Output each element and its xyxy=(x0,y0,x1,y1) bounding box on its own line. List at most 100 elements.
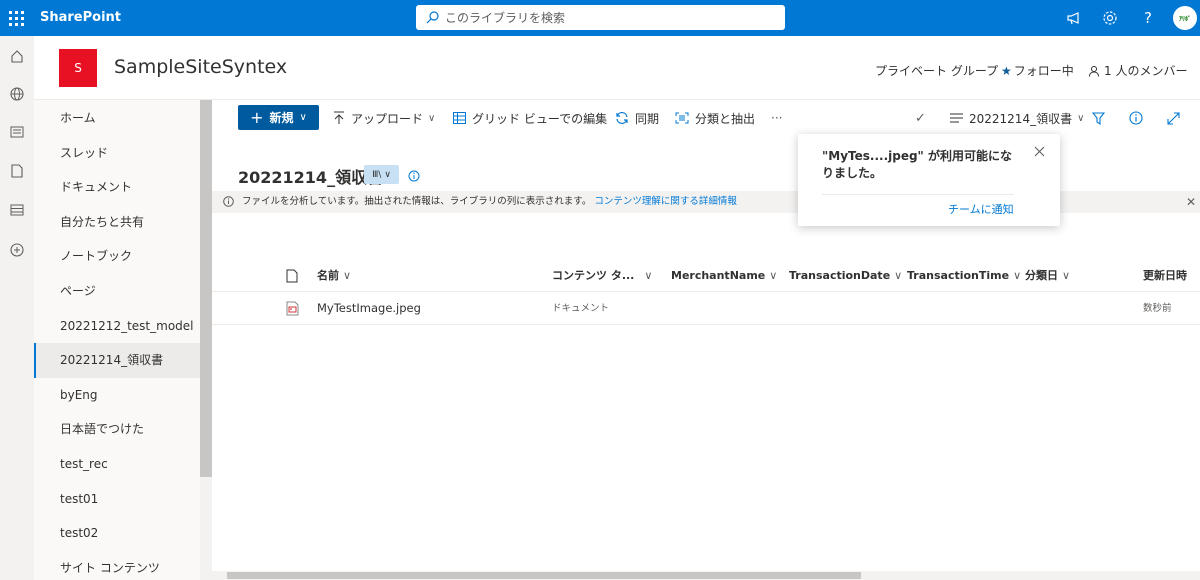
news-icon xyxy=(10,126,24,138)
column-header-transaction-time[interactable]: TransactionTime ∨ xyxy=(907,260,1021,292)
lists-rail-button[interactable] xyxy=(7,200,27,220)
site-name[interactable]: SampleSiteSyntex xyxy=(114,56,287,78)
search-icon xyxy=(426,11,439,24)
column-header-classified-date[interactable]: 分類日 ∨ xyxy=(1025,260,1070,292)
scan-icon xyxy=(675,112,689,124)
classify-extract-label: 分類と抽出 xyxy=(695,111,756,126)
file-type-icon[interactable] xyxy=(286,269,298,283)
learn-more-link[interactable]: コンテンツ理解に関する詳細情報 xyxy=(594,196,737,207)
grid-edit-button[interactable]: グリッド ビューでの編集 xyxy=(453,100,607,136)
nav-item-test01[interactable]: test01 xyxy=(34,482,200,517)
upload-label: アップロード xyxy=(351,111,424,126)
nav-item-threads[interactable]: スレッド xyxy=(34,136,200,171)
more-button[interactable]: ··· xyxy=(771,100,782,136)
column-header-content-type[interactable]: コンテンツ タ... ∨ xyxy=(552,260,656,292)
file-name-link[interactable]: MyTestImage.jpeg xyxy=(317,292,421,325)
view-selector-label: 20221214_領収書 xyxy=(969,111,1073,126)
notification-message: "MyTes....jpeg" が利用可能になりました。 xyxy=(822,149,1012,180)
nav-item-20221214-receipts[interactable]: 20221214_領収書 xyxy=(34,343,200,378)
filter-icon xyxy=(1092,111,1105,125)
upload-icon xyxy=(334,111,344,124)
nav-item-20221212-test-model[interactable]: 20221212_test_model xyxy=(34,309,200,344)
expand-icon xyxy=(1167,111,1180,125)
table-header: 名前 ∨ コンテンツ タ... ∨ MerchantName ∨ Transactio… xyxy=(212,260,1200,292)
upload-button[interactable]: アップロード ∨ xyxy=(333,100,435,136)
sites-rail-button[interactable] xyxy=(7,84,27,104)
info-icon xyxy=(223,196,234,207)
notification-divider xyxy=(822,194,1014,195)
file-ready-notification: "MyTes....jpeg" が利用可能になりました。 チームに通知 xyxy=(798,134,1060,226)
nav-item-notebook[interactable]: ノートブック xyxy=(34,239,200,274)
site-logo[interactable]: S xyxy=(59,49,97,87)
search-placeholder: このライブラリを検索 xyxy=(445,11,566,25)
nav-item-site-contents[interactable]: サイト コンテンツ xyxy=(34,551,200,580)
command-bar: + 新規 ∨ アップロード ∨ グリッド ビューでの編集 同期 分類と抽出 ··… xyxy=(212,100,1200,136)
plus-icon: + xyxy=(250,108,264,127)
column-header-merchant-name[interactable]: MerchantName ∨ xyxy=(671,260,777,292)
column-header-label: TransactionDate xyxy=(789,269,891,282)
info-button[interactable] xyxy=(1129,100,1149,136)
column-header-name[interactable]: 名前 ∨ xyxy=(317,260,351,292)
column-header-transaction-date[interactable]: TransactionDate ∨ xyxy=(789,260,902,292)
library-view-icon: Ⅲ\ xyxy=(372,169,382,180)
home-rail-button[interactable] xyxy=(7,46,27,66)
nav-item-test-rec[interactable]: test_rec xyxy=(34,447,200,482)
megaphone-icon xyxy=(1067,12,1079,25)
chevron-down-icon: ∨ xyxy=(1013,269,1022,282)
notify-team-link[interactable]: チームに通知 xyxy=(948,201,1014,217)
view-switcher-button[interactable]: Ⅲ\ ∨ xyxy=(364,165,399,184)
classify-extract-button[interactable]: 分類と抽出 xyxy=(675,100,755,136)
column-header-modified[interactable]: 更新日時 xyxy=(1143,260,1187,292)
checkmark-button[interactable]: ✓ xyxy=(915,100,926,136)
follow-button[interactable]: ★ フォロー中 xyxy=(1001,62,1074,79)
app-bar xyxy=(0,36,34,580)
suite-header: SharePoint このライブラリを検索 ? ｱﾘﾎﾞ xyxy=(0,0,1200,36)
chevron-down-icon: ∨ xyxy=(1062,269,1071,282)
modified-cell: 数秒前 xyxy=(1143,303,1172,314)
close-icon[interactable]: ✕ xyxy=(1186,191,1196,213)
news-rail-button[interactable] xyxy=(7,122,27,142)
files-rail-button[interactable] xyxy=(7,161,27,181)
table-row[interactable]: MyTestImage.jpeg ドキュメント 数秒前 xyxy=(212,292,1200,325)
new-button[interactable]: + 新規 ∨ xyxy=(238,105,319,130)
gear-icon xyxy=(1103,11,1117,25)
column-header-label: 更新日時 xyxy=(1143,269,1187,282)
nav-item-shared[interactable]: 自分たちと共有 xyxy=(34,205,200,240)
nav-item-test02[interactable]: test02 xyxy=(34,516,200,551)
view-selector[interactable]: 20221214_領収書 ∨ xyxy=(950,100,1084,136)
app-launcher-button[interactable] xyxy=(0,0,32,36)
help-button[interactable]: ? xyxy=(1133,0,1163,36)
nav-scrollbar-thumb[interactable] xyxy=(200,100,212,477)
content-type-cell: ドキュメント xyxy=(552,303,610,314)
group-type-label: プライベート グループ xyxy=(875,64,999,78)
more-icon: ··· xyxy=(771,111,783,125)
close-icon[interactable] xyxy=(1034,146,1045,157)
chevron-down-icon: ∨ xyxy=(299,112,307,123)
search-box[interactable]: このライブラリを検索 xyxy=(416,5,785,30)
avatar[interactable]: ｱﾘﾎﾞ xyxy=(1173,6,1197,30)
megaphone-button[interactable] xyxy=(1059,0,1089,36)
nav-item-pages[interactable]: ページ xyxy=(34,274,200,309)
nav-item-byeng[interactable]: byEng xyxy=(34,378,200,413)
question-icon: ? xyxy=(1144,9,1152,27)
grid-edit-label: グリッド ビューでの編集 xyxy=(472,111,608,126)
column-header-label: MerchantName xyxy=(671,269,766,282)
library-info-icon[interactable] xyxy=(408,170,420,182)
info-icon xyxy=(1129,111,1143,125)
members-button[interactable]: 1 人のメンバー xyxy=(1088,62,1187,79)
filter-button[interactable] xyxy=(1092,100,1111,136)
chevron-down-icon: ∨ xyxy=(384,169,391,180)
column-header-label: 分類日 xyxy=(1025,269,1058,282)
nav-item-documents[interactable]: ドキュメント xyxy=(34,170,200,205)
brand-name[interactable]: SharePoint xyxy=(40,0,121,36)
settings-button[interactable] xyxy=(1095,0,1125,36)
nav-item-japanese[interactable]: 日本語でつけた xyxy=(34,412,200,447)
new-label: 新規 xyxy=(269,111,294,125)
horizontal-scrollbar-thumb[interactable] xyxy=(227,572,861,579)
site-navigation: ホーム スレッド ドキュメント 自分たちと共有 ノートブック ページ 20221… xyxy=(34,100,200,580)
fullscreen-button[interactable] xyxy=(1167,100,1186,136)
sync-button[interactable]: 同期 xyxy=(615,100,659,136)
nav-item-home[interactable]: ホーム xyxy=(34,101,200,136)
create-rail-button[interactable] xyxy=(7,240,27,260)
home-icon xyxy=(11,50,23,63)
